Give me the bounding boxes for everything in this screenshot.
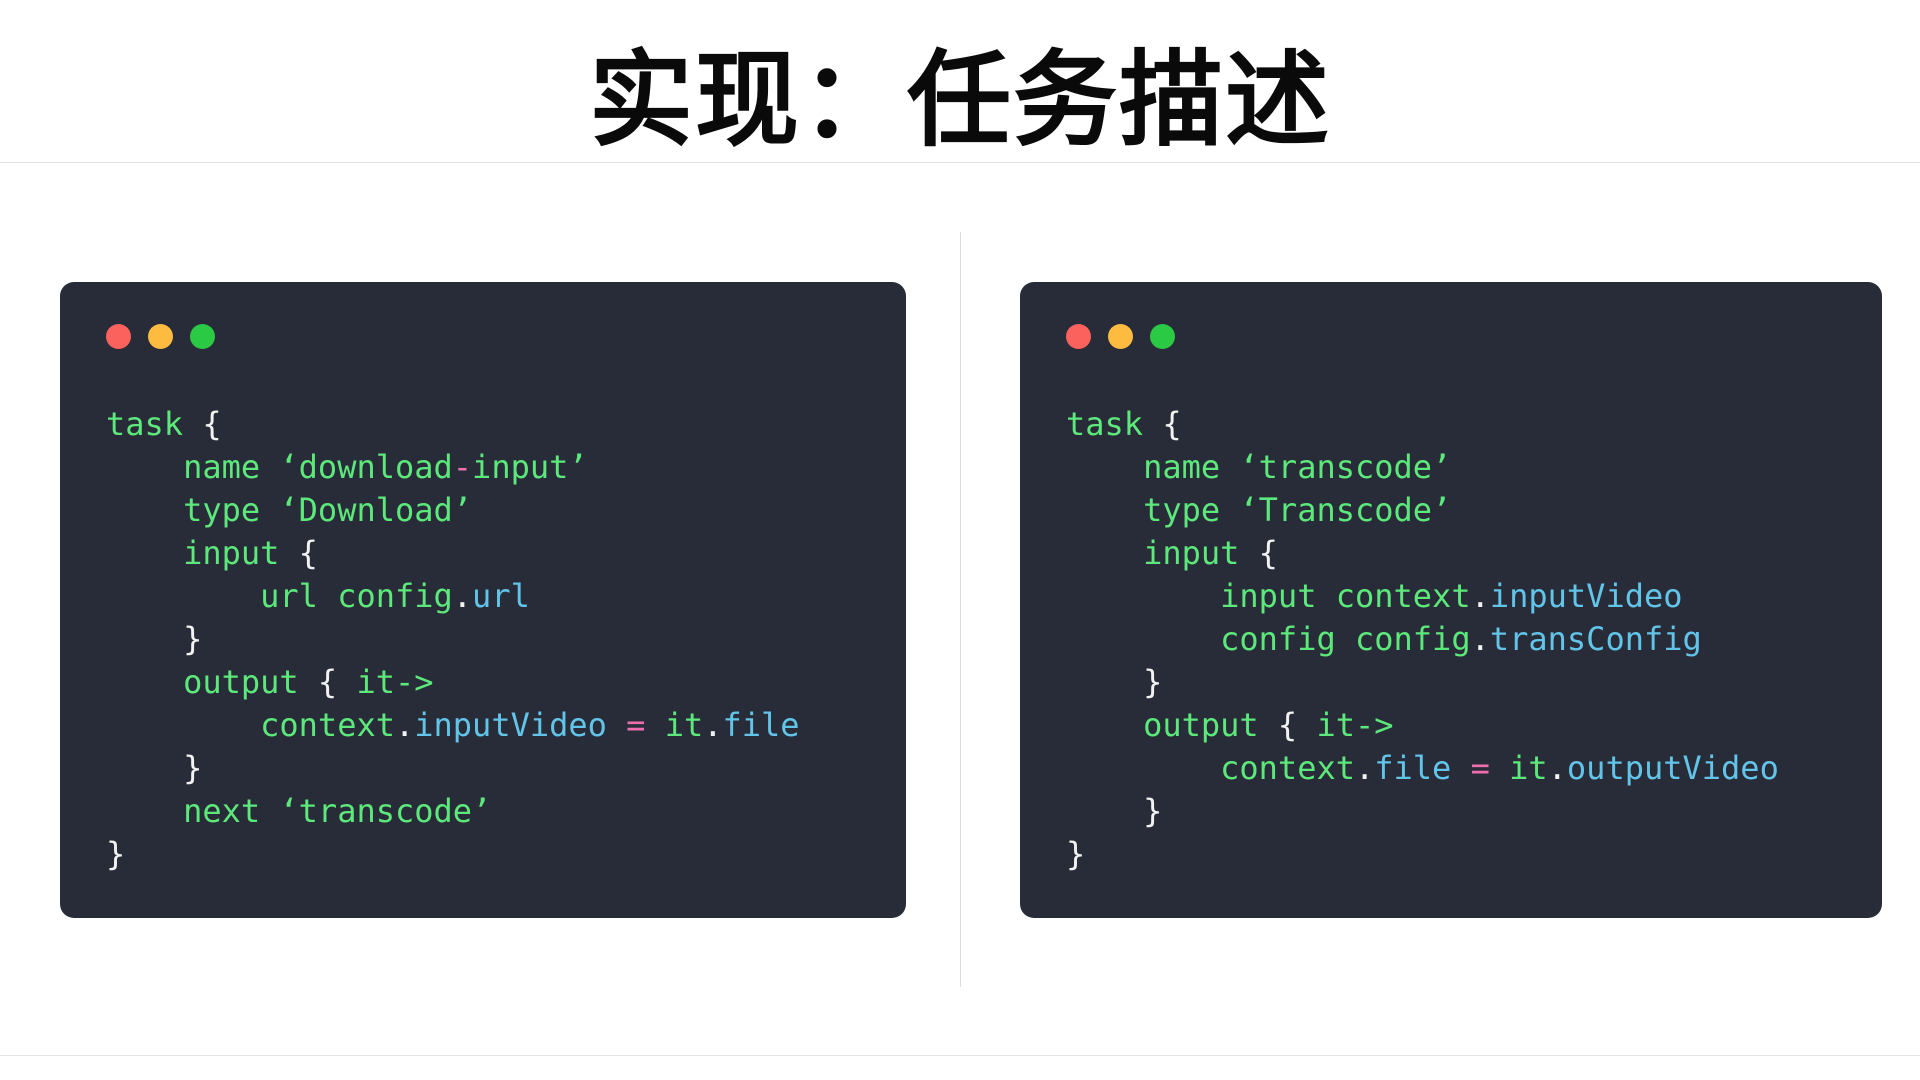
code-token: } (106, 620, 203, 658)
code-token: context (106, 706, 395, 744)
code-line: input context.inputVideo (1066, 575, 1836, 618)
code-line: name ‘transcode’ (1066, 446, 1836, 489)
code-block-download-task: task { name ‘download-input’ type ‘Downl… (60, 359, 906, 888)
code-line: } (1066, 833, 1836, 876)
code-token: . (1470, 620, 1490, 658)
code-token: context (1066, 749, 1355, 787)
maximize-icon[interactable] (190, 324, 215, 349)
code-token: url config (106, 577, 453, 615)
code-token: output (1066, 706, 1278, 744)
code-token: url (472, 577, 530, 615)
code-token: } (1066, 663, 1163, 701)
code-line: next ‘transcode’ (106, 790, 860, 833)
code-token: type (106, 491, 280, 529)
code-line: context.file = it.outputVideo (1066, 747, 1836, 790)
minimize-icon[interactable] (1108, 324, 1133, 349)
code-token: it-> (1316, 706, 1394, 744)
code-token: name (106, 448, 280, 486)
code-token: inputVideo (414, 706, 607, 744)
code-line: output { it-> (106, 661, 860, 704)
code-line: type ‘Download’ (106, 489, 860, 532)
code-token: - (452, 448, 473, 486)
code-token: { (1277, 706, 1317, 744)
code-token: it (1509, 749, 1548, 787)
maximize-icon[interactable] (1150, 324, 1175, 349)
code-token: . (1354, 749, 1375, 787)
code-line: config config.transConfig (1066, 618, 1836, 661)
code-token: task (1066, 405, 1163, 443)
code-token: . (1470, 577, 1490, 615)
code-token: . (452, 577, 473, 615)
code-token: ‘transcode’ (279, 792, 492, 830)
code-token: = (1451, 749, 1510, 787)
code-token: outputVideo (1566, 749, 1779, 787)
code-line: input { (1066, 532, 1836, 575)
code-line: task { (106, 403, 860, 446)
close-icon[interactable] (1066, 324, 1091, 349)
code-token: ‘transcode’ (1239, 448, 1452, 486)
code-token: } (106, 749, 203, 787)
code-token: input’ (472, 448, 588, 486)
code-token: name (1066, 448, 1240, 486)
code-token: input (1066, 534, 1259, 572)
code-token: ‘Download’ (279, 491, 473, 529)
code-token: input context (1066, 577, 1471, 615)
code-line: input { (106, 532, 860, 575)
minimize-icon[interactable] (148, 324, 173, 349)
code-line: } (1066, 661, 1836, 704)
code-line: task { (1066, 403, 1836, 446)
code-token: ‘Transcode’ (1239, 491, 1452, 529)
code-token: transConfig (1489, 620, 1702, 658)
window-titlebar (60, 308, 906, 359)
code-token: output (106, 663, 318, 701)
code-token: } (1066, 792, 1163, 830)
code-line: } (106, 618, 860, 661)
code-token: file (722, 706, 800, 744)
code-token: config config (1066, 620, 1471, 658)
code-token: { (317, 663, 357, 701)
code-token: { (1258, 534, 1278, 572)
code-token: inputVideo (1489, 577, 1683, 615)
footer-divider (0, 1055, 1920, 1056)
code-token: it (664, 706, 704, 744)
code-line: type ‘Transcode’ (1066, 489, 1836, 532)
page-title: 实现：任务描述 (588, 39, 1331, 161)
code-line: url config.url (106, 575, 860, 618)
code-line: } (106, 833, 860, 876)
window-titlebar (1020, 308, 1882, 359)
code-line: name ‘download-input’ (106, 446, 860, 489)
code-window-transcode-task: task { name ‘transcode’ type ‘Transcode’… (1020, 282, 1882, 918)
close-icon[interactable] (106, 324, 131, 349)
code-token: file (1374, 749, 1452, 787)
code-token: = (606, 706, 665, 744)
code-token: task (106, 405, 203, 443)
code-line: } (106, 747, 860, 790)
code-token: { (1162, 405, 1182, 443)
code-token: . (703, 706, 723, 744)
code-line: output { it-> (1066, 704, 1836, 747)
slide-root: 实现：任务描述 task { name ‘download-input’ typ… (0, 0, 1920, 1080)
code-block-transcode-task: task { name ‘transcode’ type ‘Transcode’… (1020, 359, 1882, 888)
code-token: { (202, 405, 222, 443)
code-token: next (106, 792, 280, 830)
code-token: { (298, 534, 318, 572)
left-column: task { name ‘download-input’ type ‘Downl… (0, 162, 960, 1055)
column-divider (960, 232, 961, 987)
code-window-download-task: task { name ‘download-input’ type ‘Downl… (60, 282, 906, 918)
right-column: task { name ‘transcode’ type ‘Transcode’… (960, 162, 1920, 1055)
code-token: input (106, 534, 299, 572)
code-token: . (1547, 749, 1567, 787)
code-token: } (1066, 835, 1086, 873)
code-token: } (106, 835, 126, 873)
code-token: it-> (356, 663, 434, 701)
code-token: type (1066, 491, 1240, 529)
code-line: context.inputVideo = it.file (106, 704, 860, 747)
code-line: } (1066, 790, 1836, 833)
code-token: . (394, 706, 415, 744)
code-token: ‘download (279, 448, 453, 486)
